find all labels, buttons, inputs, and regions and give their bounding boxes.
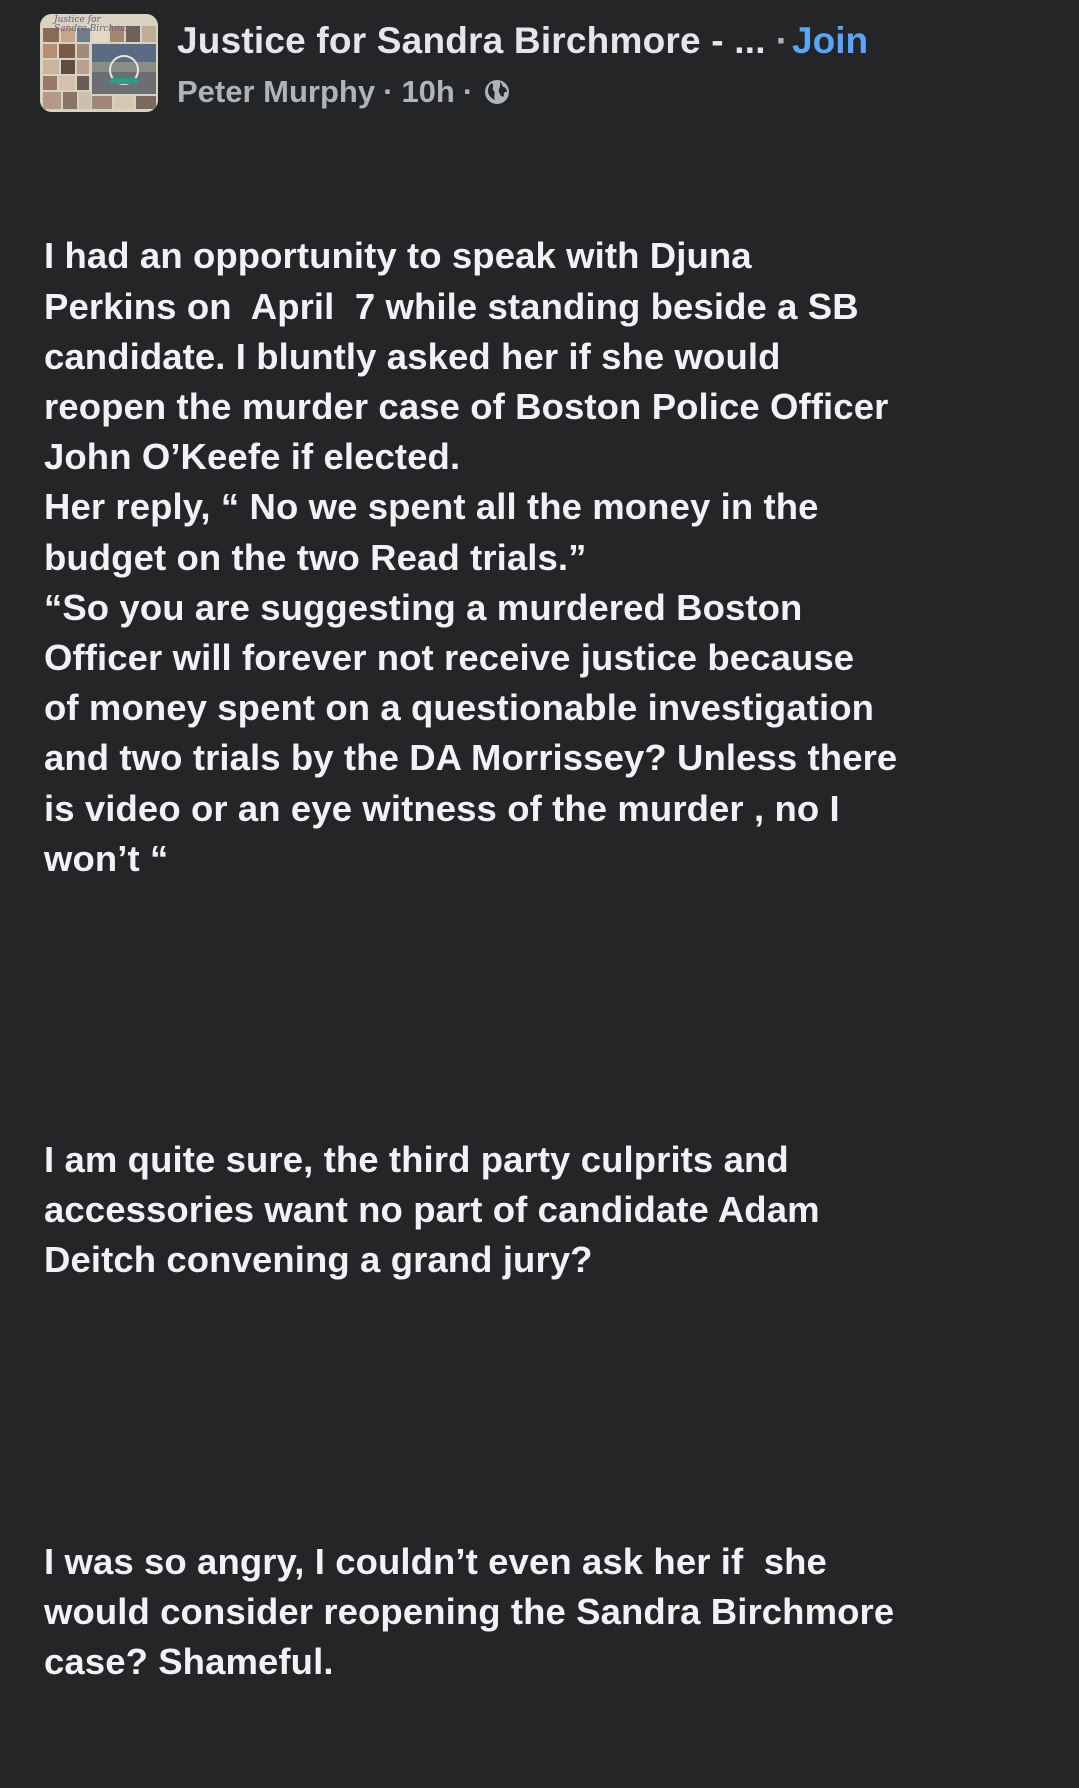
globe-icon bbox=[483, 78, 511, 106]
meta-separator: · bbox=[383, 74, 394, 109]
title-separator: · bbox=[775, 20, 789, 61]
post-header: Justice for Sandra Birchmore Justice for… bbox=[40, 14, 1060, 114]
post-title-row: Justice for Sandra Birchmore - ... · Join bbox=[177, 20, 1057, 70]
post-body: I had an opportunity to speak with Djuna… bbox=[44, 131, 1054, 1788]
post-meta: Peter Murphy · 10h · bbox=[177, 72, 511, 112]
post-paragraph-1: I had an opportunity to speak with Djuna… bbox=[44, 235, 898, 879]
post-paragraph-3: I was so angry, I couldn’t even ask her … bbox=[44, 1540, 895, 1683]
author-name[interactable]: Peter Murphy bbox=[177, 74, 375, 110]
join-button[interactable]: Join bbox=[792, 20, 868, 61]
post-timestamp[interactable]: 10h bbox=[401, 74, 454, 110]
avatar-caption: Justice for Sandra Birchmore bbox=[54, 16, 138, 34]
group-post: Justice for Sandra Birchmore Justice for… bbox=[0, 0, 1079, 1682]
meta-separator: · bbox=[462, 74, 474, 109]
avatar-caption-line2: Sandra Birchmore bbox=[54, 24, 138, 34]
group-name-link[interactable]: Justice for Sandra Birchmore - ... bbox=[177, 20, 766, 61]
group-avatar[interactable]: Justice for Sandra Birchmore bbox=[40, 14, 158, 112]
post-paragraph-2: I am quite sure, the third party culprit… bbox=[44, 1139, 820, 1281]
